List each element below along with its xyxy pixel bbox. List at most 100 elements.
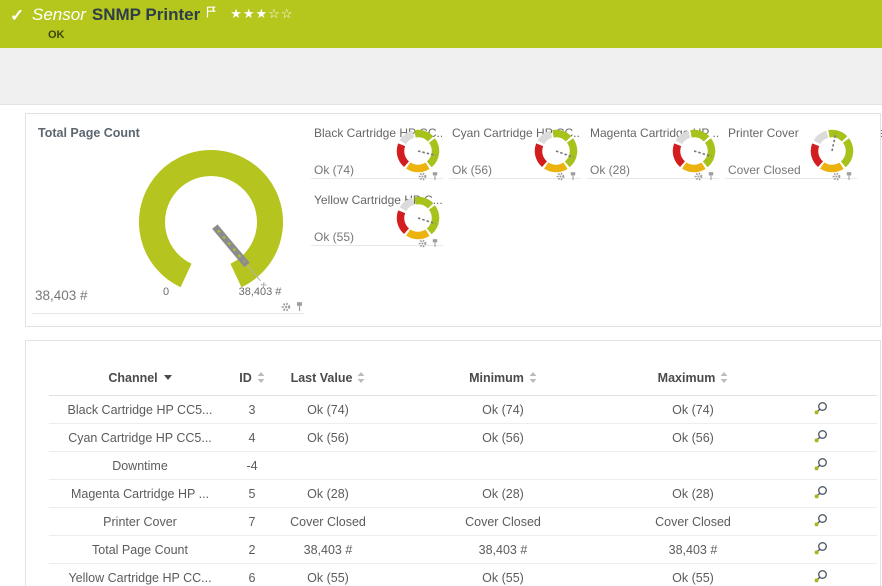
column-header-id[interactable]: ID: [231, 361, 273, 396]
pin-icon[interactable]: [569, 171, 577, 181]
sort-desc-icon: [164, 375, 172, 380]
gauge-yellow-cartridge[interactable]: Yellow Cartridge HP C... Ok (55): [311, 191, 443, 246]
channel-id: 7: [231, 508, 273, 536]
gear-icon[interactable]: [694, 172, 703, 181]
pin-icon[interactable]: [431, 238, 439, 248]
channel-minimum: 38,403 #: [383, 536, 623, 564]
gauge-value: 38,403 #: [35, 288, 88, 303]
sort-icon: [720, 372, 728, 383]
table-header-row: Channel ID Last Value Minimum Maximum: [49, 361, 877, 396]
column-header-last-value[interactable]: Last Value: [273, 361, 383, 396]
channel-minimum: Ok (56): [383, 424, 623, 452]
object-kind-label: Sensor: [32, 5, 86, 25]
channel-name[interactable]: Downtime: [49, 452, 231, 480]
priority-stars[interactable]: ★★★☆☆: [230, 6, 293, 22]
pin-icon[interactable]: [845, 171, 853, 181]
column-header-actions: [763, 361, 877, 396]
channel-maximum: Ok (55): [623, 564, 763, 586]
donut-gauge-chart: [396, 194, 440, 242]
gauge-cyan-cartridge[interactable]: Cyan Cartridge HP CC... Ok (56): [449, 124, 581, 179]
donut-gauge-chart: [534, 127, 578, 175]
table-row[interactable]: Magenta Cartridge HP ... 5 Ok (28) Ok (2…: [49, 480, 877, 508]
table-row[interactable]: Cyan Cartridge HP CC5... 4 Ok (56) Ok (5…: [49, 424, 877, 452]
channels-panel: Channel ID Last Value Minimum Maximum Bl…: [25, 340, 881, 586]
channel-name[interactable]: Cyan Cartridge HP CC5...: [49, 424, 231, 452]
channel-name[interactable]: Black Cartridge HP CC5...: [49, 396, 231, 424]
table-row[interactable]: Downtime -4: [49, 452, 877, 480]
gear-icon[interactable]: [832, 172, 841, 181]
channel-minimum: Ok (74): [383, 396, 623, 424]
sort-icon: [529, 372, 537, 383]
channel-last-value: [273, 452, 383, 480]
column-header-minimum[interactable]: Minimum: [383, 361, 623, 396]
table-row[interactable]: Yellow Cartridge HP CC... 6 Ok (55) Ok (…: [49, 564, 877, 586]
channel-name[interactable]: Total Page Count: [49, 536, 231, 564]
channel-id: 6: [231, 564, 273, 586]
magnifier-icon[interactable]: [813, 429, 828, 444]
magnifier-icon[interactable]: [813, 485, 828, 500]
gear-icon[interactable]: [418, 239, 427, 248]
sensor-header: ✓ Sensor SNMP Printer ★★★☆☆ OK: [0, 0, 882, 48]
magnifier-icon[interactable]: [813, 401, 828, 416]
magnifier-icon[interactable]: [813, 541, 828, 556]
flag-icon[interactable]: [206, 6, 216, 18]
gauges-panel: Total Page Count 0 38,403 # 38,403 #: [25, 113, 881, 327]
gauge-magenta-cartridge[interactable]: Magenta Cartridge HP ... Ok (28): [587, 124, 719, 179]
donut-gauge-chart: [810, 127, 854, 175]
channel-minimum: Cover Closed: [383, 508, 623, 536]
status-badge: OK: [48, 29, 65, 41]
pin-icon[interactable]: [707, 171, 715, 181]
channel-id: 2: [231, 536, 273, 564]
channel-id: 4: [231, 424, 273, 452]
channel-id: 5: [231, 480, 273, 508]
gauge-scale-min: 0: [163, 286, 169, 298]
gauge-total-page-count[interactable]: Total Page Count 0 38,403 # 38,403 #: [26, 114, 311, 326]
prtg-sensor-page: ✓ Sensor SNMP Printer ★★★☆☆ OK Overview …: [0, 0, 882, 586]
table-row[interactable]: Black Cartridge HP CC5... 3 Ok (74) Ok (…: [49, 396, 877, 424]
gauge-value: Ok (74): [314, 163, 354, 177]
magnifier-icon[interactable]: [813, 569, 828, 584]
magnifier-icon[interactable]: [813, 457, 828, 472]
column-header-channel[interactable]: Channel: [49, 361, 231, 396]
channel-maximum: Ok (56): [623, 424, 763, 452]
gauge-black-cartridge[interactable]: Black Cartridge HP CC... Ok (74): [311, 124, 443, 179]
gear-icon[interactable]: [281, 302, 291, 312]
channel-name[interactable]: Magenta Cartridge HP ...: [49, 480, 231, 508]
gauge-value: Ok (56): [452, 163, 492, 177]
channel-last-value: Cover Closed: [273, 508, 383, 536]
gauge-value: Cover Closed: [728, 163, 801, 177]
magnifier-icon[interactable]: [813, 513, 828, 528]
gauge-scale-max: 38,403 #: [239, 286, 283, 298]
sort-icon: [257, 372, 265, 383]
table-row[interactable]: Total Page Count 2 38,403 # 38,403 # 38,…: [49, 536, 877, 564]
channel-minimum: Ok (55): [383, 564, 623, 586]
gauge-value: Ok (28): [590, 163, 630, 177]
channel-last-value: Ok (55): [273, 564, 383, 586]
channel-id: -4: [231, 452, 273, 480]
channel-maximum: [623, 452, 763, 480]
donut-gauge-chart: [672, 127, 716, 175]
tab-bar: Overview Live Data 2days 30days 365days …: [0, 48, 882, 105]
status-check-icon: ✓: [10, 6, 24, 26]
channel-maximum: Ok (74): [623, 396, 763, 424]
column-header-maximum[interactable]: Maximum: [623, 361, 763, 396]
channel-minimum: Ok (28): [383, 480, 623, 508]
divider: [32, 313, 304, 314]
table-row[interactable]: Printer Cover 7 Cover Closed Cover Close…: [49, 508, 877, 536]
pin-icon[interactable]: [295, 301, 304, 312]
stars-empty-icon: ☆☆: [268, 6, 293, 21]
channel-last-value: Ok (28): [273, 480, 383, 508]
channel-maximum: 38,403 #: [623, 536, 763, 564]
channel-last-value: Ok (74): [273, 396, 383, 424]
channel-name[interactable]: Printer Cover: [49, 508, 231, 536]
gauge-printer-cover[interactable]: Printer Cover Cover Closed: [725, 124, 857, 179]
channels-table: Channel ID Last Value Minimum Maximum Bl…: [49, 361, 877, 586]
pin-icon[interactable]: [431, 171, 439, 181]
channel-name[interactable]: Yellow Cartridge HP CC...: [49, 564, 231, 586]
gauge-title: Printer Cover: [728, 126, 799, 140]
channel-last-value: 38,403 #: [273, 536, 383, 564]
gear-icon[interactable]: [418, 172, 427, 181]
gear-icon[interactable]: [556, 172, 565, 181]
channel-last-value: Ok (56): [273, 424, 383, 452]
sort-icon: [357, 372, 365, 383]
